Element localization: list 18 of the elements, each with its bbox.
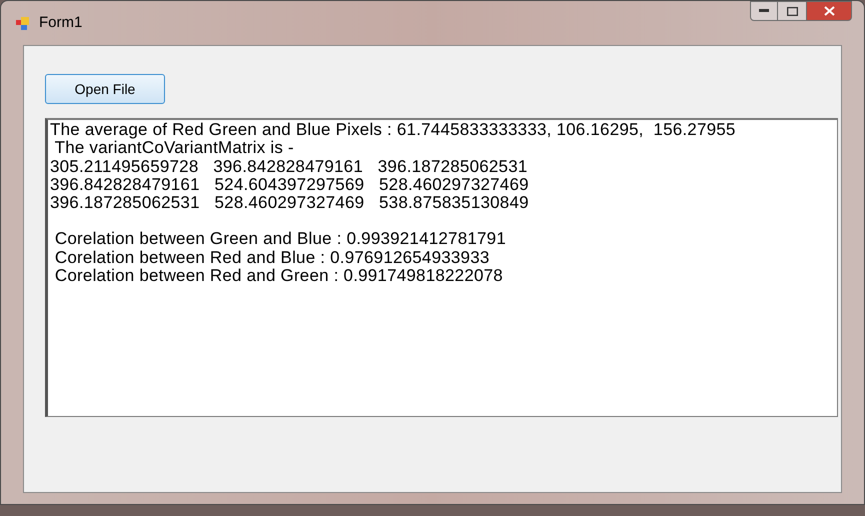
window-title: Form1 bbox=[39, 12, 82, 33]
output-line: Corelation between Green and Blue : 0.993921412781791 bbox=[54, 230, 506, 249]
output-line: The variantCoVariantMatrix is - bbox=[54, 139, 294, 158]
output-text-box[interactable] bbox=[45, 118, 838, 417]
app-icon bbox=[15, 15, 31, 31]
maximize-button[interactable] bbox=[778, 1, 806, 21]
close-button[interactable] bbox=[806, 1, 852, 21]
open-file-button[interactable]: Open File bbox=[45, 74, 165, 104]
output-line: Corelation between Red and Green : 0.991749818222078 bbox=[54, 267, 503, 286]
minimize-button[interactable] bbox=[750, 1, 778, 21]
close-icon bbox=[824, 6, 834, 16]
maximize-icon bbox=[786, 6, 798, 16]
output-line: The average of Red Green and Blue Pixels : 61.7445833333333, 106.16295, 156.27955 bbox=[50, 121, 736, 140]
minimize-icon bbox=[759, 9, 769, 13]
output-line: 305.211495659728 396.842828479161 396.187285062531 bbox=[50, 158, 528, 176]
output-line: Corelation between Red and Blue : 0.976912654933933 bbox=[54, 248, 490, 268]
output-line: 396.842828479161 524.604397297569 528.460297327469 bbox=[50, 176, 529, 194]
output-line: 396.187285062531 528.460297327469 538.875835130849 bbox=[50, 194, 529, 212]
